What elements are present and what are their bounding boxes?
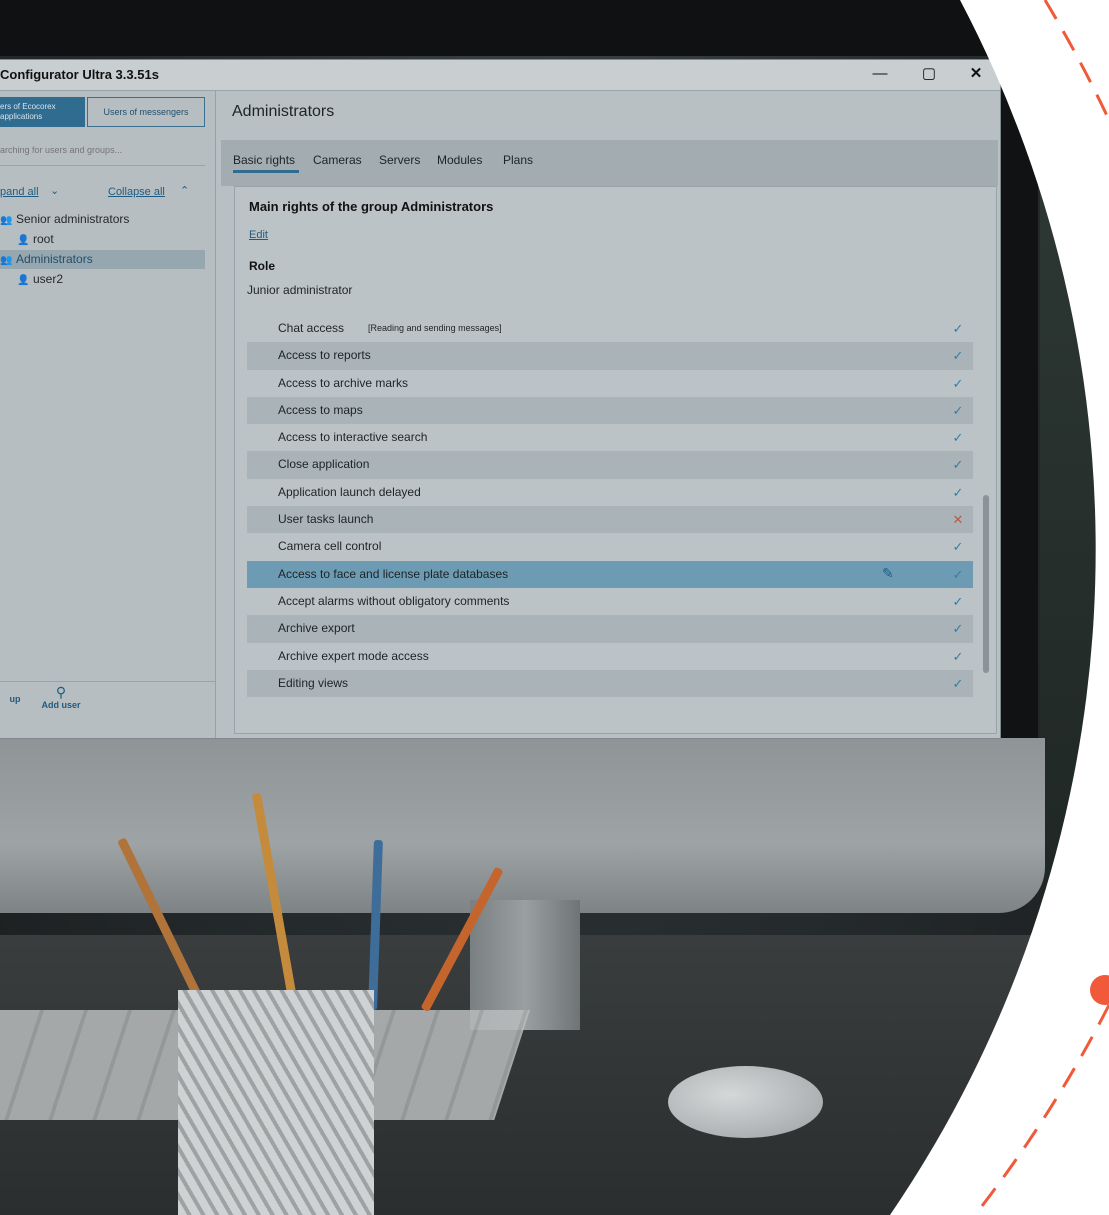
group-icon: 👥 — [0, 215, 13, 226]
checkmark-icon: ✓ — [952, 566, 964, 582]
checkmark-icon: ✓ — [952, 648, 964, 664]
checkmark-icon: ✓ — [952, 484, 964, 500]
group-icon: 👥 — [0, 255, 13, 266]
background-wall — [1040, 40, 1109, 940]
checkmark-icon: ✓ — [952, 457, 964, 473]
add-user-label: Add user — [41, 700, 81, 710]
section-title: Main rights of the group Administrators — [249, 199, 494, 214]
sidebar: ers of Ecocorex applications Users of me… — [0, 91, 216, 738]
tree-item-user2[interactable]: 👤 user2 — [17, 270, 205, 289]
checkmark-icon: ✓ — [952, 621, 964, 637]
right-row[interactable]: Access to interactive search ✓ — [247, 424, 973, 451]
tree-item-label: Senior administrators — [16, 212, 130, 226]
checkmark-icon: ✓ — [952, 321, 964, 336]
right-row[interactable]: Archive expert mode access ✓ — [247, 643, 973, 670]
right-row[interactable]: User tasks launch ✕ — [247, 506, 973, 534]
add-user-button[interactable]: ⚲ Add user — [36, 684, 86, 710]
checkmark-icon: ✓ — [952, 593, 964, 609]
checkmark-icon: ✓ — [952, 348, 964, 364]
app-title: Configurator Ultra 3.3.51s — [0, 67, 159, 82]
tree-item-label: Administrators — [16, 252, 93, 266]
tab-plans[interactable]: Plans — [503, 153, 533, 167]
divider — [0, 681, 215, 682]
cross-icon: ✕ — [952, 512, 964, 528]
checkmark-icon: ✓ — [952, 375, 964, 391]
right-row[interactable]: Access to reports ✓ — [247, 342, 973, 370]
checkmark-icon: ✓ — [952, 675, 964, 691]
search-input[interactable] — [0, 139, 205, 161]
tab-basic-rights[interactable]: Basic rights — [233, 153, 295, 167]
right-name: Access to reports — [278, 348, 371, 363]
monitor-bezel — [0, 0, 1020, 56]
right-name: Accept alarms without obligatory comment… — [278, 593, 510, 608]
right-name: User tasks launch — [278, 512, 374, 527]
checkmark-icon: ✓ — [952, 430, 964, 446]
right-name: Editing views — [278, 675, 349, 690]
monitor-bezel-side — [998, 56, 1038, 746]
app-window: Configurator Ultra 3.3.51s — ▢ ✕ ers of … — [0, 60, 1000, 738]
right-name: Archive expert mode access — [278, 648, 429, 663]
user-icon: 👤 — [17, 235, 30, 246]
right-row[interactable]: Chat access [Reading and sending messages… — [247, 315, 973, 342]
chevron-up-icon: ⌃ — [180, 185, 190, 197]
rights-list: Chat access [Reading and sending messages… — [247, 315, 973, 698]
mouse — [668, 1066, 823, 1138]
right-name: Chat access — [278, 321, 345, 335]
right-row[interactable]: Close application ✓ — [247, 451, 973, 479]
rights-panel: Main rights of the group Administrators … — [234, 186, 997, 734]
right-name: Access to archive marks — [278, 375, 409, 390]
pencil-cup — [178, 990, 374, 1215]
expand-all-link[interactable]: pand all — [0, 186, 39, 198]
rights-tabs: Basic rights Cameras Servers Modules Pla… — [221, 140, 998, 186]
right-row[interactable]: Application launch delayed ✓ — [247, 479, 973, 506]
add-user-icon: ⚲ — [55, 684, 67, 700]
tab-servers[interactable]: Servers — [379, 153, 420, 167]
right-row[interactable]: Camera cell control ✓ — [247, 533, 973, 560]
edit-link[interactable]: Edit — [249, 229, 268, 241]
right-name: Access to maps — [278, 402, 363, 417]
tree-item-label: root — [33, 232, 54, 246]
right-name: Camera cell control — [278, 539, 382, 554]
right-name: Close application — [278, 457, 370, 472]
right-name: Access to interactive search — [278, 430, 428, 445]
page-title: Administrators — [232, 103, 335, 120]
chevron-down-icon: ⌄ — [50, 185, 60, 197]
tab-users-of-applications[interactable]: ers of Ecocorex applications — [0, 97, 85, 127]
maximize-icon[interactable]: ▢ — [914, 62, 944, 86]
checkmark-icon: ✓ — [952, 402, 964, 418]
search-underline — [0, 165, 205, 166]
collapse-all-link[interactable]: Collapse all — [108, 186, 165, 198]
right-row[interactable]: Editing views ✓ — [247, 669, 973, 698]
role-label: Role — [249, 259, 276, 273]
right-row[interactable]: Archive export ✓ — [247, 615, 973, 643]
right-name: Access to face and license plate databas… — [278, 566, 509, 581]
active-tab-indicator — [233, 170, 299, 173]
title-bar: Configurator Ultra 3.3.51s — ▢ ✕ — [0, 60, 1000, 91]
right-row[interactable]: Access to archive marks ✓ — [247, 370, 973, 397]
tab-modules[interactable]: Modules — [437, 153, 482, 167]
right-name: Archive export — [278, 621, 355, 636]
checkmark-icon: ✓ — [952, 539, 964, 555]
right-row[interactable]: Accept alarms without obligatory comment… — [247, 588, 973, 615]
tree-item-senior-administrators[interactable]: 👥 Senior administrators — [0, 210, 205, 229]
right-name: Application launch delayed — [278, 484, 421, 499]
right-row[interactable]: Access to maps ✓ — [247, 396, 973, 425]
tab-users-of-messengers[interactable]: Users of messengers — [87, 97, 205, 127]
tree-item-administrators[interactable]: 👥 Administrators — [0, 250, 205, 269]
tree-item-root[interactable]: 👤 root — [17, 230, 205, 249]
tree-item-label: user2 — [33, 272, 64, 286]
close-icon[interactable]: ✕ — [961, 62, 991, 86]
user-icon: 👤 — [17, 275, 30, 286]
monitor-chin — [0, 738, 1045, 913]
add-group-label: up — [9, 694, 21, 704]
right-row[interactable]: Access to face and license plate databas… — [247, 560, 973, 588]
add-group-button[interactable]: up — [0, 694, 30, 704]
pencil-icon[interactable]: ✎ — [882, 565, 894, 582]
tab-cameras[interactable]: Cameras — [313, 153, 362, 167]
role-value: Junior administrator — [247, 283, 353, 297]
right-note: [Reading and sending messages] — [368, 323, 502, 333]
scrollbar[interactable] — [983, 495, 989, 673]
minimize-icon[interactable]: — — [865, 62, 895, 86]
